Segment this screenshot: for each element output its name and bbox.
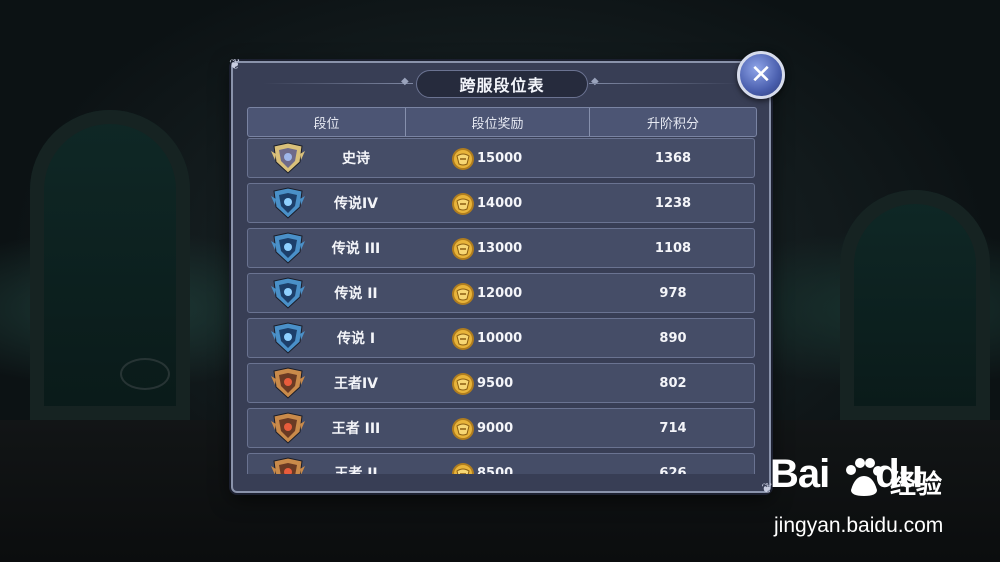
rank-reward: 14000 [477, 195, 523, 211]
close-icon: ✕ [750, 60, 772, 90]
rank-name: 王者IV [333, 376, 379, 392]
legend-rank-badge-icon [271, 187, 305, 219]
rank-row[interactable]: 王者 II 8500 626 [247, 453, 755, 474]
baidu-paw-icon [846, 458, 883, 496]
rank-points: 1108 [654, 240, 692, 256]
rank-name: 王者 III [331, 421, 381, 437]
background-arch-right [840, 190, 990, 420]
diamond-ornament-icon: ◆ [401, 76, 409, 87]
rank-reward: 9500 [477, 375, 514, 391]
rank-name: 传说IV [333, 196, 379, 212]
rank-points: 714 [659, 420, 687, 436]
epic-rank-badge-icon [271, 142, 305, 174]
gold-coin-icon [452, 328, 474, 350]
rank-table-panel: ❦ ❦ ◆ 跨服段位表 ◆ 段位 段位奖励 升阶积分 史诗 15000 1368 传说… [229, 57, 773, 497]
rank-reward: 15000 [477, 150, 523, 166]
title-bar: ◆ 跨服段位表 ◆ [233, 69, 769, 98]
rank-points: 978 [659, 285, 687, 301]
column-header-points: 升阶积分 [646, 116, 699, 132]
king-rank-badge-icon [271, 367, 305, 399]
rank-reward: 8500 [477, 465, 514, 475]
title-divider-left [263, 83, 413, 84]
rank-row[interactable]: 传说 II 12000 978 [247, 273, 755, 313]
rank-reward: 13000 [477, 240, 523, 256]
gold-coin-icon [452, 418, 474, 440]
rank-row[interactable]: 传说 I 10000 890 [247, 318, 755, 358]
rank-name: 传说 II [334, 286, 378, 302]
king-rank-badge-icon [271, 457, 305, 474]
rank-row[interactable]: 王者IV 9500 802 [247, 363, 755, 403]
rank-points: 1238 [654, 195, 692, 211]
king-rank-badge-icon [271, 412, 305, 444]
rank-name: 史诗 [342, 151, 370, 167]
legend-rank-badge-icon [271, 277, 305, 309]
background-character-shadow [120, 358, 170, 390]
rank-row[interactable]: 史诗 15000 1368 [247, 138, 755, 178]
column-header-reward: 段位奖励 [406, 108, 590, 136]
rank-row[interactable]: 传说 III 13000 1108 [247, 228, 755, 268]
column-header-rank: 段位 [248, 108, 406, 136]
rank-list[interactable]: 史诗 15000 1368 传说IV 14000 1238 传说 III 13000 1108 传… [247, 138, 755, 474]
rank-points: 802 [659, 375, 687, 391]
gold-coin-icon [452, 283, 474, 305]
title-divider-right [589, 83, 739, 84]
gold-coin-icon [452, 463, 474, 474]
rank-points: 626 [659, 465, 687, 475]
legend-rank-badge-icon [271, 322, 305, 354]
rank-row[interactable]: 传说IV 14000 1238 [247, 183, 755, 223]
diamond-ornament-icon: ◆ [591, 76, 599, 87]
rank-reward: 9000 [477, 420, 514, 436]
rank-name: 传说 I [336, 331, 376, 347]
panel-title: 跨服段位表 [416, 70, 588, 98]
gold-coin-icon [452, 193, 474, 215]
rank-reward: 12000 [477, 285, 523, 301]
table-header: 段位 段位奖励 升阶积分 [247, 107, 757, 137]
rank-name: 传说 III [331, 241, 381, 257]
gold-coin-icon [452, 148, 474, 170]
baidu-jingyan-watermark: Bai du 经验 jingyan.baidu.com [770, 452, 990, 552]
close-button[interactable]: ✕ [737, 51, 785, 99]
rank-name: 王者 II [334, 466, 378, 474]
watermark-url: jingyan.baidu.com [774, 514, 944, 537]
rank-points: 890 [659, 330, 687, 346]
rank-row[interactable]: 王者 III 9000 714 [247, 408, 755, 448]
rank-points: 1368 [654, 150, 692, 166]
rank-reward: 10000 [477, 330, 523, 346]
gold-coin-icon [452, 373, 474, 395]
gold-coin-icon [452, 238, 474, 260]
legend-rank-badge-icon [271, 232, 305, 264]
watermark-cn-text: 经验 [890, 470, 943, 500]
